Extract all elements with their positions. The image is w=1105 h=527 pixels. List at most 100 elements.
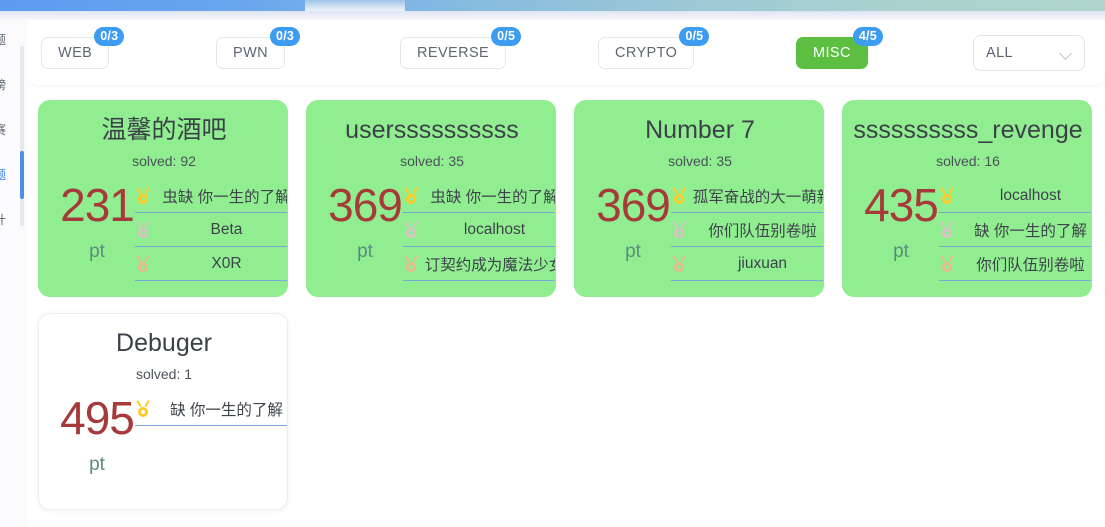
sidebar-scrollbar-thumb[interactable] [20, 151, 24, 199]
solver-name: 虫缺 你一生的了解 [162, 188, 288, 206]
category-progress-badge: 0/3 [270, 27, 301, 46]
sidebar-item-4[interactable]: 计 [0, 210, 16, 230]
gold-medal-icon [671, 186, 687, 205]
challenge-solver-list: 虫缺 你一生的了解 localhost 订契约成为魔法少女 [403, 179, 556, 281]
category-tab-reverse[interactable]: REVERSE 0/5 [400, 27, 522, 69]
solver-row: 缺 你一生的了解 [135, 392, 287, 426]
solver-row: localhost [403, 213, 555, 247]
all-categories-dropdown-value: ALL [986, 45, 1013, 61]
challenge-card[interactable]: userssssssssss solved: 35 369 pt 虫缺 你一生的了解 lo… [306, 100, 556, 297]
challenge-title: Number 7 [645, 116, 755, 144]
solver-name: X0R [211, 254, 242, 272]
all-categories-dropdown[interactable]: ALL [973, 35, 1085, 71]
challenge-solver-list: localhost 缺 你一生的了解 你们队伍别卷啦 [939, 179, 1091, 281]
sidebar-item-1[interactable]: 榜 [0, 75, 16, 95]
challenge-score: 435 [864, 179, 939, 231]
category-tab-label: MISC [813, 45, 851, 61]
bronze-medal-icon [671, 254, 687, 273]
category-progress-badge: 0/3 [94, 27, 125, 46]
solver-name: Beta [210, 220, 243, 238]
solver-name: 订契约成为魔法少女 [424, 256, 556, 274]
main-content: WEB 0/3 PWN 0/3 REVERSE 0/5 CRYPTO 0/5 MISC 4/5 A… [28, 20, 1105, 527]
solver-row: 缺 你一生的了解 [939, 213, 1091, 247]
solver-name: 你们队伍别卷啦 [976, 256, 1085, 274]
challenge-score: 231 [60, 179, 135, 231]
category-tab-label: WEB [58, 45, 93, 61]
challenge-title: userssssssssss [345, 116, 519, 144]
solver-name: jiuxuan [737, 254, 788, 272]
challenge-solver-list: 缺 你一生的了解 [135, 392, 287, 426]
category-tab-web[interactable]: WEB 0/3 [41, 27, 125, 69]
chevron-down-icon [1060, 47, 1072, 59]
challenge-card[interactable]: Number 7 solved: 35 369 pt 孤军奋战的大一萌新你们队伍别卷啦 j… [574, 100, 824, 297]
category-tab-label: CRYPTO [615, 45, 678, 61]
challenge-card[interactable]: Debuger solved: 1 495 pt 缺 你一生的了解 [38, 313, 288, 510]
solver-row: 你们队伍别卷啦 [939, 247, 1091, 281]
challenge-score-unit: pt [625, 241, 641, 262]
challenge-solver-list: 孤军奋战的大一萌新你们队伍别卷啦 jiuxuan [671, 179, 824, 281]
challenge-solved-count: solved: 35 [400, 153, 464, 169]
challenge-score-unit: pt [893, 241, 909, 262]
category-tab-crypto[interactable]: CRYPTO 0/5 [598, 27, 710, 69]
category-progress-badge: 0/5 [679, 27, 710, 46]
solver-row: 订契约成为魔法少女 [403, 247, 556, 281]
solver-row: Beta [135, 213, 287, 247]
challenge-solved-count: solved: 35 [668, 153, 732, 169]
sidebar: 题榜赛题计 [0, 20, 28, 527]
challenge-solved-count: solved: 16 [936, 153, 1000, 169]
challenge-score-unit: pt [357, 241, 373, 262]
sidebar-item-3[interactable]: 题 [0, 165, 16, 185]
browser-top-bar [0, 0, 1105, 11]
challenge-solved-count: solved: 92 [132, 153, 196, 169]
category-progress-badge: 0/5 [491, 27, 522, 46]
silver-medal-icon [939, 220, 955, 239]
browser-tab[interactable] [305, 0, 405, 11]
sidebar-item-label: 赛 [0, 123, 7, 137]
challenge-title: Debuger [116, 329, 212, 357]
solver-row: localhost [939, 179, 1091, 213]
gold-medal-icon [135, 186, 151, 205]
solver-name: 虫缺 你一生的了解 [430, 188, 556, 206]
solver-name: 你们队伍别卷啦 [708, 222, 817, 240]
silver-medal-icon [403, 220, 419, 239]
challenge-score: 369 [596, 179, 671, 231]
solver-name: localhost [463, 220, 526, 238]
silver-medal-icon [671, 220, 687, 239]
solver-name: 孤军奋战的大一萌新 [692, 188, 824, 206]
challenge-title: ssssssssss_revenge [853, 116, 1083, 144]
sidebar-item-label: 榜 [0, 78, 7, 92]
sidebar-item-2[interactable]: 赛 [0, 120, 16, 140]
category-tab-pwn[interactable]: PWN 0/3 [216, 27, 301, 69]
solver-row: jiuxuan [671, 247, 823, 281]
gold-medal-icon [403, 186, 419, 205]
solver-row: 你们队伍别卷啦 [671, 213, 823, 247]
sidebar-scrollbar-track[interactable] [20, 46, 24, 226]
category-filter-bar: WEB 0/3 PWN 0/3 REVERSE 0/5 CRYPTO 0/5 MISC 4/5 A… [28, 20, 1105, 85]
sidebar-item-label: 计 [0, 213, 7, 227]
challenge-score: 369 [328, 179, 403, 231]
challenge-solver-list: 虫缺 你一生的了解 Beta X0R [135, 179, 288, 281]
category-tab-label: REVERSE [417, 45, 490, 61]
gold-medal-icon [939, 186, 955, 205]
solver-name: 缺 你一生的了解 [974, 222, 1087, 240]
category-progress-badge: 4/5 [852, 27, 883, 46]
challenge-score-unit: pt [89, 241, 105, 262]
solver-row: 虫缺 你一生的了解 [135, 179, 288, 213]
challenge-score: 495 [60, 392, 135, 444]
challenge-title: 温馨的酒吧 [101, 116, 227, 144]
category-tab-label: PWN [233, 45, 269, 61]
challenge-card[interactable]: ssssssssss_revenge solved: 16 435 pt localho… [842, 100, 1092, 297]
bronze-medal-icon [135, 254, 151, 273]
challenge-card[interactable]: 温馨的酒吧 solved: 92 231 pt 虫缺 你一生的了解 Beta X0R [38, 100, 288, 297]
bronze-medal-icon [403, 254, 419, 273]
category-tab-misc[interactable]: MISC 4/5 [796, 27, 883, 69]
bronze-medal-icon [939, 254, 955, 273]
solver-name: localhost [999, 186, 1062, 204]
solver-name: 缺 你一生的了解 [170, 401, 283, 419]
silver-medal-icon [135, 220, 151, 239]
sidebar-item-0[interactable]: 题 [0, 30, 16, 50]
sidebar-item-label: 题 [0, 168, 7, 182]
challenge-solved-count: solved: 1 [135, 366, 193, 382]
challenge-card-grid: 温馨的酒吧 solved: 92 231 pt 虫缺 你一生的了解 Beta X0R user… [28, 85, 1105, 527]
solver-row: 孤军奋战的大一萌新 [671, 179, 824, 213]
